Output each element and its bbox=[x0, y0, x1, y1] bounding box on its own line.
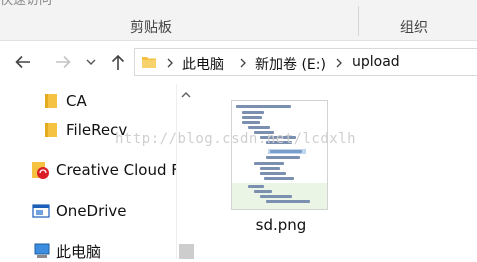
thumbnail-line bbox=[248, 185, 264, 188]
folder-icon bbox=[45, 94, 57, 108]
thumbnail-line bbox=[254, 190, 272, 193]
folder-icon bbox=[142, 57, 156, 68]
onedrive-icon bbox=[32, 204, 50, 218]
thumbnail-line bbox=[260, 172, 286, 175]
thumbnail-line bbox=[242, 116, 262, 119]
thumbnail-line bbox=[270, 150, 302, 153]
thumbnail-line bbox=[236, 105, 291, 108]
thumbnail-line bbox=[242, 111, 264, 114]
ribbon-group-organize: 组织 bbox=[400, 20, 428, 36]
creative-cloud-icon bbox=[32, 162, 49, 179]
ribbon-group-clipboard: 剪贴板 bbox=[130, 20, 172, 36]
chevron-right-icon bbox=[240, 58, 246, 68]
folder-icon bbox=[45, 123, 57, 137]
address-bar[interactable]: 此电脑 新加卷 (E:) upload bbox=[134, 48, 477, 76]
thumbnail-line bbox=[242, 121, 260, 124]
arrow-right-icon bbox=[56, 55, 71, 69]
thumbnail-line bbox=[264, 177, 294, 180]
back-button[interactable] bbox=[12, 51, 34, 73]
breadcrumb-upload[interactable]: upload bbox=[352, 54, 400, 70]
tree-item-label: CA bbox=[66, 92, 87, 110]
thumbnail-line bbox=[260, 195, 292, 198]
navigation-pane: CA FileRecv Creative Cloud F OneDrive 此电… bbox=[0, 84, 196, 261]
chevron-right-icon bbox=[336, 58, 342, 68]
scroll-up-arrow-icon[interactable] bbox=[177, 87, 195, 103]
breadcrumb-this-pc[interactable]: 此电脑 bbox=[182, 54, 224, 74]
computer-icon bbox=[34, 243, 50, 258]
tree-scrollbar[interactable] bbox=[176, 84, 196, 259]
thumbnail-line bbox=[248, 126, 270, 129]
watermark: http://blog.csdn.net/lcdxlh bbox=[115, 131, 357, 147]
tree-item-label: OneDrive bbox=[56, 202, 127, 220]
file-thumbnail bbox=[231, 100, 328, 210]
ribbon-separator bbox=[358, 6, 359, 36]
thumbnail-line bbox=[254, 162, 284, 165]
arrow-left-icon bbox=[15, 55, 30, 69]
file-name: sd.png bbox=[255, 216, 307, 234]
arrow-up-icon bbox=[111, 54, 125, 70]
tree-item-label: Creative Cloud F bbox=[56, 161, 180, 179]
forward-button[interactable] bbox=[52, 51, 74, 73]
chevron-right-icon bbox=[167, 58, 173, 68]
chevron-down-icon bbox=[86, 59, 96, 65]
up-button[interactable] bbox=[107, 51, 129, 73]
thumbnail-line bbox=[266, 200, 310, 203]
ribbon: 快速访问 剪贴板 组织 bbox=[0, 0, 477, 41]
breadcrumb-drive-e[interactable]: 新加卷 (E:) bbox=[255, 54, 326, 74]
thumbnail-line bbox=[260, 167, 280, 170]
ribbon-clipped-text: 快速访问 bbox=[0, 0, 53, 8]
file-view: sd.png bbox=[196, 84, 477, 259]
scrollbar-thumb[interactable] bbox=[179, 244, 194, 259]
recent-locations-button[interactable] bbox=[84, 51, 98, 73]
thumbnail-line bbox=[266, 156, 300, 159]
